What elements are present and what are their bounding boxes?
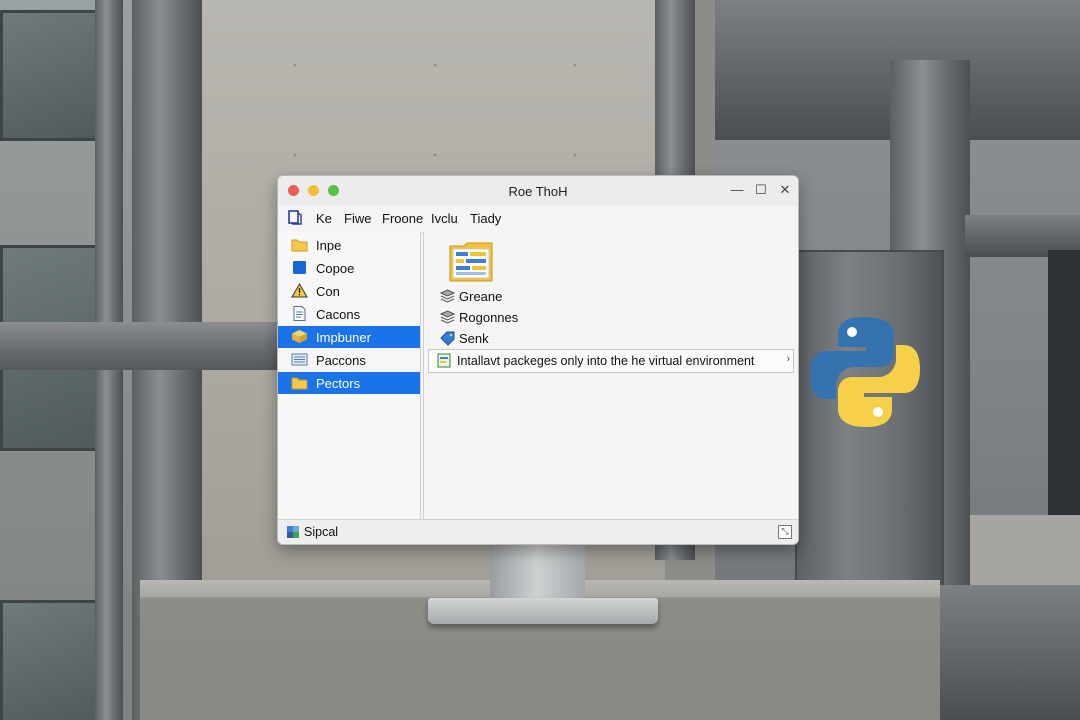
- sidebar-item-cacons[interactable]: Cacons: [278, 303, 420, 325]
- script-file-icon: [437, 353, 451, 368]
- list-icon: [291, 352, 308, 367]
- floor-slab: [970, 515, 1080, 595]
- stack-icon: [439, 310, 456, 325]
- folder-icon: [291, 237, 308, 252]
- warning-icon: [291, 282, 308, 298]
- close-button[interactable]: ✕: [776, 182, 794, 198]
- list-item-label: Greane: [459, 289, 503, 304]
- stack-icon: [439, 289, 456, 304]
- menu-item-fiwe[interactable]: Fiwe: [344, 211, 371, 226]
- steel-rail: [0, 322, 285, 370]
- title-bar[interactable]: Roe ThoH — ☐ ✕: [278, 176, 798, 206]
- monitor-stand-base: [428, 598, 658, 624]
- building-window: [0, 10, 106, 141]
- sidebar-item-label: Copoe: [316, 261, 355, 276]
- sidebar-item-paccons[interactable]: Paccons: [278, 349, 420, 371]
- spreadsheet-file-icon[interactable]: [448, 240, 494, 282]
- app-window: Roe ThoH — ☐ ✕ Ke Fiwe Froone Ivclu Tiad…: [277, 175, 799, 545]
- list-item-label: Senk: [459, 331, 489, 346]
- steel-beam: [940, 585, 1080, 720]
- sidebar-item-inpe[interactable]: Inpe: [278, 234, 420, 256]
- menu-bar: Ke Fiwe Froone Ivclu Tiady: [278, 206, 798, 233]
- network-status-icon: [286, 525, 300, 539]
- sidebar-item-label: Cacons: [316, 307, 361, 322]
- dark-doorway: [1048, 250, 1080, 520]
- sidebar-item-label: Impbuner: [316, 330, 371, 345]
- sidebar-item-impbuner[interactable]: Impbuner: [278, 326, 420, 348]
- folder-icon: [291, 375, 308, 390]
- status-bar: Sipcal ⤡: [278, 519, 798, 544]
- python-logo-icon: [808, 315, 922, 429]
- menu-item-ke[interactable]: Ke: [316, 211, 332, 226]
- sidebar-item-label: Inpe: [316, 238, 342, 253]
- tag-icon: [440, 331, 455, 346]
- sidebar-item-con[interactable]: Con: [278, 280, 420, 302]
- sidebar-item-pectors[interactable]: Pectors: [278, 372, 420, 394]
- maximize-button[interactable]: ☐: [752, 182, 770, 198]
- list-item-label: Rogonnes: [459, 310, 519, 325]
- minimize-button[interactable]: —: [728, 182, 746, 197]
- chevron-right-icon: ›: [786, 353, 790, 365]
- content-pane: Greane Rogonnes Senk Intallavt packeges …: [423, 232, 798, 520]
- document-icon: [291, 306, 308, 321]
- tooltip-text: Intallavt packeges only into the he virt…: [457, 354, 755, 368]
- status-text: Sipcal: [304, 525, 339, 539]
- sidebar: Inpe Copoe Con Cacons Impbuner Paccons P…: [278, 232, 421, 520]
- menu-item-ivclu[interactable]: Ivclu: [431, 211, 458, 226]
- sidebar-item-label: Pectors: [316, 376, 361, 391]
- building-window: [0, 600, 101, 720]
- package-icon: [291, 329, 308, 344]
- menu-item-tiady[interactable]: Tiady: [470, 211, 501, 226]
- sidebar-item-label: Con: [316, 284, 340, 299]
- app-document-icon[interactable]: [288, 210, 302, 225]
- sidebar-item-label: Paccons: [316, 353, 366, 368]
- resize-grip-icon[interactable]: ⤡: [778, 525, 792, 539]
- sidebar-item-copoe[interactable]: Copoe: [278, 257, 420, 279]
- blue-square-icon: [291, 260, 308, 275]
- window-title: Roe ThoH: [508, 184, 568, 199]
- steel-plate: [795, 250, 944, 609]
- monitor-stand-neck: [490, 540, 585, 605]
- info-tooltip: Intallavt packeges only into the he virt…: [428, 349, 794, 373]
- menu-item-froone[interactable]: Froone: [382, 211, 423, 226]
